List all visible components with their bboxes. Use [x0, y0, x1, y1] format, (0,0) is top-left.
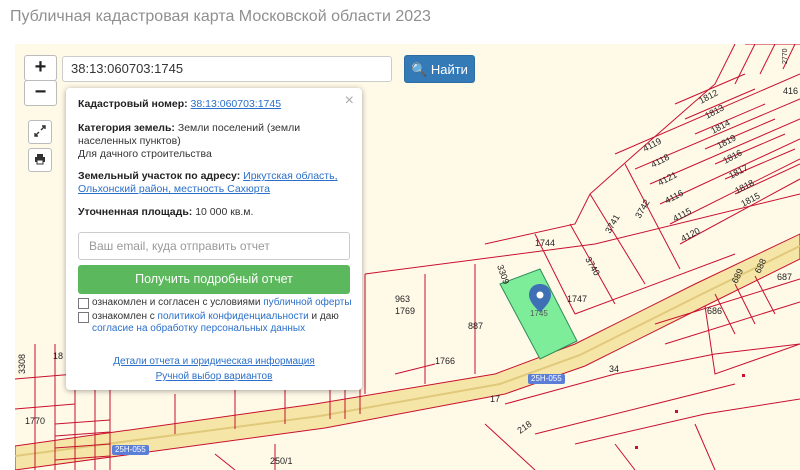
parcel-label: 4116: [663, 188, 685, 206]
area-row: Уточненная площадь: 10 000 кв.м.: [78, 206, 348, 219]
search-icon: 🔍: [411, 62, 428, 77]
parcel-label: 34: [609, 364, 619, 374]
parcel-info-popup: × Кадастровый номер: 38:13:060703:1745 К…: [66, 88, 362, 390]
parcel-label: 4119: [641, 136, 663, 154]
address-label: Земельный участок по адресу:: [78, 170, 241, 182]
parcel-label: 416: [783, 86, 798, 96]
search-button-label: Найти: [430, 62, 468, 77]
category-row: Категория земель: Земли поселений (земли…: [78, 122, 348, 161]
consent-privacy-checkbox[interactable]: [78, 312, 89, 323]
parcel-label: 963: [395, 294, 410, 304]
parcel-label: 18: [53, 351, 63, 361]
parcel-label: 1812: [697, 88, 719, 106]
parcel-label: 3309: [495, 263, 511, 285]
data-consent-link[interactable]: согласие на обработку персональных данны…: [92, 323, 305, 334]
zoom-in-button[interactable]: +: [24, 55, 57, 81]
parcel-label: 218: [515, 419, 533, 436]
parcel-label: 1819: [715, 133, 737, 151]
fullscreen-button[interactable]: [28, 120, 52, 144]
offer-link[interactable]: публичной оферты: [263, 297, 351, 308]
page-title: Публичная кадастровая карта Московской о…: [10, 8, 431, 25]
details-link[interactable]: Детали отчета и юридическая информация: [66, 356, 362, 367]
parcel-label: 1813: [703, 103, 725, 121]
road-label: 25Н-055: [528, 374, 565, 384]
parcel-label: 17: [490, 394, 500, 404]
search-button[interactable]: 🔍 Найти: [404, 55, 475, 83]
parcel-label-1745: 1745: [530, 309, 548, 318]
parcel-label: 1769: [395, 306, 415, 316]
parcel-label: 1766: [435, 356, 455, 366]
manual-selection-link[interactable]: Ручной выбор вариантов: [66, 371, 362, 382]
printer-icon: [35, 154, 45, 165]
privacy-link[interactable]: политикой конфиденциальности: [158, 311, 309, 322]
consent-offer-text: ознакомлен и согласен с условиями публич…: [92, 297, 352, 308]
parcel-label: 686: [707, 306, 722, 316]
parcel-label: 4120: [679, 226, 701, 244]
consent-privacy-text: ознакомлен с политикой конфиденциальност…: [92, 311, 339, 334]
area-value: 10 000 кв.м.: [195, 206, 254, 218]
parcel-label: 687: [777, 272, 792, 282]
category-use: Для дачного строительства: [78, 148, 212, 160]
parcel-label: 1816: [721, 148, 743, 166]
parcel-label: 1744: [535, 238, 555, 248]
parcel-label: 1817: [727, 163, 749, 181]
zoom-out-button[interactable]: −: [24, 80, 57, 106]
cad-number-label: Кадастровый номер:: [78, 98, 188, 110]
road-label: 25Н-055: [112, 445, 149, 455]
category-label: Категория земель:: [78, 122, 175, 134]
cadastral-search-input[interactable]: 38:13:060703:1745: [62, 56, 392, 82]
parcel-label: 3308: [17, 354, 27, 374]
print-button[interactable]: [28, 148, 52, 172]
parcel-label: 1770: [25, 416, 45, 426]
parcel-label: 2770: [782, 48, 789, 64]
area-label: Уточненная площадь:: [78, 206, 193, 218]
parcel-label: 887: [468, 321, 483, 331]
get-report-button[interactable]: Получить подробный отчет: [78, 265, 350, 294]
email-input[interactable]: Ваш email, куда отправить отчет: [78, 232, 350, 260]
parcel-label: 4121: [656, 170, 678, 188]
parcel-label: 3740: [583, 255, 602, 277]
cad-number-link[interactable]: 38:13:060703:1745: [191, 98, 282, 110]
expand-icon: [34, 125, 46, 137]
parcel-label: 4118: [649, 152, 671, 170]
parcel-label: 250/1: [270, 456, 293, 466]
parcel-label: 3741: [603, 213, 622, 235]
parcel-label: 1747: [567, 294, 587, 304]
consent-offer-checkbox[interactable]: [78, 298, 89, 309]
cad-number-row: Кадастровый номер: 38:13:060703:1745: [78, 98, 348, 111]
address-row: Земельный участок по адресу: Иркутская о…: [78, 170, 348, 196]
